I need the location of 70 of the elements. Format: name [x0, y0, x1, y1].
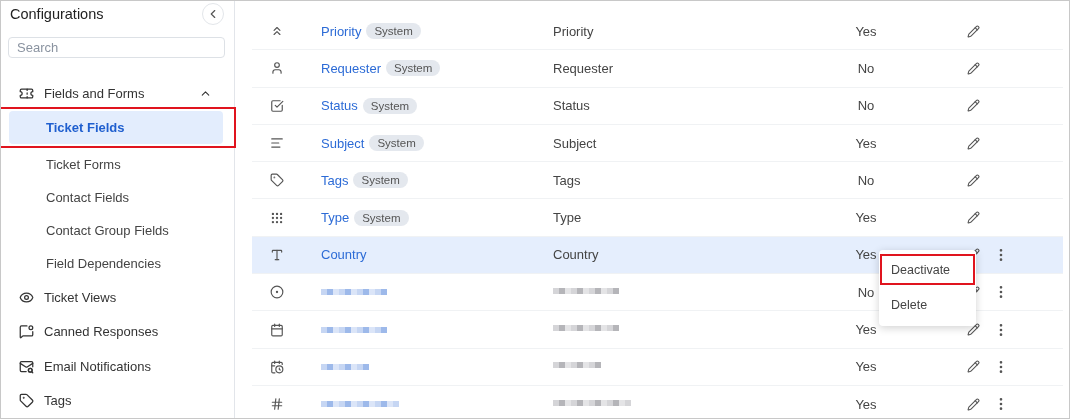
mail-icon [19, 358, 34, 374]
table-cell: Yes [855, 135, 877, 151]
edit-icon[interactable] [967, 136, 980, 150]
table-cell: Yes [855, 23, 877, 39]
message-icon [19, 324, 34, 340]
table-cell: No [857, 172, 875, 188]
nav-item[interactable]: Contact Group Fields [1, 214, 234, 247]
field-type-icon [270, 322, 284, 337]
field-type-icon [270, 98, 284, 113]
edit-icon[interactable] [967, 397, 980, 411]
edit-icon[interactable] [967, 61, 980, 75]
system-tag: System [354, 209, 409, 226]
table-cell: Priority [553, 23, 594, 39]
system-tag: System [366, 23, 421, 40]
eye-icon [19, 289, 34, 305]
edit-icon[interactable] [967, 173, 980, 187]
table-cell: Tags [553, 172, 581, 188]
tag-icon [19, 393, 34, 409]
system-tag: System [353, 172, 408, 189]
menu-item[interactable]: Delete [880, 289, 975, 320]
field-type-icon [270, 173, 284, 188]
field-name-link[interactable]: Country [321, 247, 367, 263]
field-type-icon [270, 61, 284, 76]
field-type-icon [270, 397, 284, 412]
table-cell: Yes [855, 396, 877, 412]
table-cell: Country [553, 247, 599, 263]
field-name-link[interactable]: Subject [321, 135, 365, 151]
edit-icon[interactable] [967, 211, 980, 225]
nav-item[interactable]: Field Dependencies [1, 247, 234, 280]
nav-group[interactable]: Tags [1, 383, 234, 418]
field-name-link[interactable]: Priority [321, 23, 362, 39]
field-type-icon [270, 359, 284, 374]
nav-group[interactable]: Ticket Views [1, 280, 234, 315]
field-name-link[interactable]: Tags [321, 172, 349, 188]
edit-icon[interactable] [967, 360, 980, 374]
table-cell: Yes [855, 247, 877, 263]
nav-item[interactable]: Ticket Forms [1, 148, 234, 181]
field-name-link[interactable]: Status [321, 98, 358, 114]
system-tag: System [362, 97, 418, 114]
nav-item[interactable]: Ticket Fields [9, 111, 223, 144]
field-type-icon [270, 247, 284, 262]
table-cell: Status [553, 98, 590, 114]
ticket-icon [19, 85, 34, 101]
table-cell: No [857, 284, 875, 300]
table-cell: Yes [855, 210, 877, 226]
field-type-icon [270, 136, 284, 151]
table-cell: Yes [855, 322, 877, 337]
edit-icon[interactable] [967, 323, 980, 336]
collapse-button[interactable] [202, 3, 224, 25]
nav-group[interactable]: Email Notifications [1, 349, 234, 384]
system-tag: System [369, 135, 424, 152]
system-tag: System [386, 60, 441, 77]
field-type-icon [270, 210, 284, 225]
nav-group[interactable]: Canned Responses [1, 314, 234, 349]
nav-item[interactable]: Contact Fields [1, 181, 234, 214]
edit-icon[interactable] [967, 99, 980, 113]
table-cell: Requester [553, 60, 613, 76]
menu-item[interactable]: Deactivate [880, 254, 975, 285]
table-cell: No [857, 60, 875, 76]
edit-icon[interactable] [967, 24, 980, 38]
table-cell: Type [553, 210, 582, 226]
sidebar-title: Configurations [10, 6, 104, 22]
nav-group[interactable]: Fields and Forms [1, 79, 234, 107]
search-field[interactable]: Search [8, 37, 225, 58]
table-cell: Subject [553, 135, 597, 151]
field-name-link[interactable]: Requester [321, 60, 381, 76]
table-cell: No [857, 98, 875, 114]
field-name-link[interactable]: Type [321, 210, 350, 226]
table-cell: Yes [855, 359, 877, 375]
field-type-icon [270, 285, 284, 300]
